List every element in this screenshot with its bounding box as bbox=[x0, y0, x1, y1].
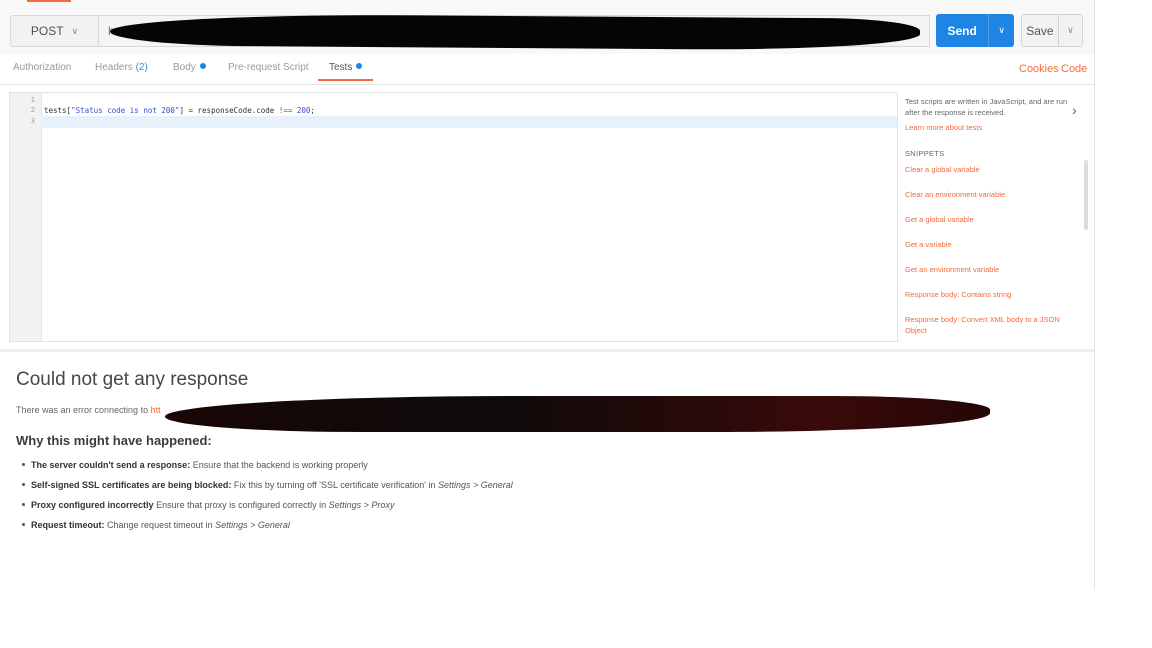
chevron-down-icon[interactable]: ∨ bbox=[988, 14, 1014, 47]
send-label: Send bbox=[947, 23, 977, 38]
chevron-down-icon[interactable]: ∨ bbox=[1057, 15, 1082, 46]
bullet-icon bbox=[22, 463, 25, 466]
reason-path: Settings > Proxy bbox=[328, 500, 395, 510]
snippet-item[interactable]: Get an environment variable bbox=[905, 265, 1075, 276]
error-message: There was an error connecting to htt bbox=[16, 405, 161, 415]
tab-authorization[interactable]: Authorization bbox=[13, 62, 71, 73]
tab-headers[interactable]: Headers (2) bbox=[95, 62, 148, 73]
snippets-sidebar: Test scripts are written in JavaScript, … bbox=[898, 92, 1092, 344]
current-line-highlight bbox=[41, 116, 897, 128]
snippet-item[interactable]: Response body: Convert XML body to a JSO… bbox=[905, 315, 1075, 336]
tests-code-editor[interactable]: 1 2 3 tests["Status code is not 200"] = … bbox=[9, 92, 898, 342]
reason-title: Proxy configured incorrectly bbox=[31, 500, 154, 510]
snippet-item[interactable]: Clear a global variable bbox=[905, 165, 1075, 176]
line-number: 1 bbox=[30, 96, 35, 104]
snippet-item[interactable]: Clear an environment variable bbox=[905, 190, 1075, 201]
line-number: 3 bbox=[30, 117, 35, 125]
url-redaction bbox=[109, 13, 921, 51]
line-number: 2 bbox=[30, 106, 35, 114]
reason-item: The server couldn't send a response: Ens… bbox=[22, 460, 368, 470]
code-token: ] = responseCode.code bbox=[179, 106, 279, 115]
tab-label: Pre-request Script bbox=[228, 62, 309, 73]
tab-label: Authorization bbox=[13, 62, 72, 73]
active-tab-indicator bbox=[318, 79, 373, 81]
error-url-link[interactable]: htt bbox=[151, 405, 161, 415]
code-line: tests["Status code is not 200"] = respon… bbox=[44, 106, 315, 115]
reason-item: Request timeout: Change request timeout … bbox=[22, 520, 290, 530]
chevron-right-icon[interactable]: › bbox=[1072, 102, 1077, 118]
reason-title: Request timeout: bbox=[31, 520, 105, 530]
reason-text: Change request timeout in bbox=[107, 520, 213, 530]
request-builder: POST ∨ h Send ∨ Save ∨ Authorization Hea… bbox=[0, 0, 1095, 590]
tab-body[interactable]: Body bbox=[173, 62, 206, 73]
reason-text: Fix this by turning off 'SSL certificate… bbox=[233, 480, 436, 490]
method-select[interactable]: POST ∨ bbox=[10, 15, 98, 47]
response-panel: Could not get any response There was an … bbox=[0, 352, 1094, 590]
snippets-heading: SNIPPETS bbox=[905, 149, 945, 158]
code-operator: !== bbox=[278, 106, 293, 115]
code-string: "Status code is not 200" bbox=[71, 106, 180, 115]
request-tabs: Authorization Headers (2) Body Pre-reque… bbox=[0, 54, 1094, 85]
bullet-icon bbox=[22, 503, 25, 506]
cookies-link[interactable]: Cookies bbox=[1019, 63, 1059, 75]
reason-path: Settings > General bbox=[215, 520, 290, 530]
chevron-down-icon: ∨ bbox=[71, 25, 79, 36]
snippet-item[interactable]: Response body: Contains string bbox=[905, 290, 1075, 301]
code-token: ; bbox=[310, 106, 315, 115]
send-button[interactable]: Send ∨ bbox=[936, 14, 1014, 47]
bullet-icon bbox=[22, 483, 25, 486]
save-button[interactable]: Save ∨ bbox=[1021, 14, 1083, 47]
tab-label: Tests bbox=[329, 62, 353, 73]
code-token: tests[ bbox=[44, 106, 72, 115]
why-heading: Why this might have happened: bbox=[16, 433, 212, 448]
headers-count-badge: (2) bbox=[135, 62, 148, 73]
error-text: There was an error connecting to bbox=[16, 405, 151, 415]
modified-dot-icon bbox=[199, 63, 206, 69]
request-bar: POST ∨ h Send ∨ Save ∨ bbox=[0, 0, 1094, 54]
modified-dot-icon bbox=[356, 63, 363, 69]
save-label: Save bbox=[1026, 23, 1054, 38]
line-number-gutter: 1 2 3 bbox=[10, 93, 42, 341]
tab-label: Headers bbox=[95, 62, 133, 73]
sidebar-scrollbar[interactable] bbox=[1084, 160, 1088, 230]
learn-more-link[interactable]: Learn more about tests bbox=[905, 123, 982, 132]
response-title: Could not get any response bbox=[16, 369, 249, 390]
reason-item: Proxy configured incorrectly Ensure that… bbox=[22, 500, 394, 510]
reason-path: Settings > General bbox=[437, 480, 513, 490]
code-link[interactable]: Code bbox=[1061, 63, 1087, 75]
snippet-item[interactable]: Get a variable bbox=[905, 240, 1075, 251]
snippet-item[interactable]: Get a global variable bbox=[905, 215, 1075, 226]
method-label: POST bbox=[30, 24, 64, 38]
error-url-redaction bbox=[165, 396, 990, 432]
bullet-icon bbox=[22, 523, 25, 526]
tab-tests[interactable]: Tests bbox=[329, 62, 363, 73]
reason-text: Ensure that proxy is configured correctl… bbox=[156, 500, 327, 510]
code-number: 200 bbox=[296, 106, 311, 115]
reason-text: Ensure that the backend is working prope… bbox=[192, 460, 368, 470]
reason-title: Self-signed SSL certificates are being b… bbox=[31, 480, 232, 490]
tab-pre-request-script[interactable]: Pre-request Script bbox=[228, 62, 309, 73]
sidebar-description: Test scripts are written in JavaScript, … bbox=[905, 97, 1068, 117]
tab-label: Body bbox=[173, 62, 196, 73]
reason-item: Self-signed SSL certificates are being b… bbox=[22, 480, 513, 490]
reason-title: The server couldn't send a response: bbox=[31, 460, 191, 470]
top-accent-bar bbox=[27, 0, 71, 2]
